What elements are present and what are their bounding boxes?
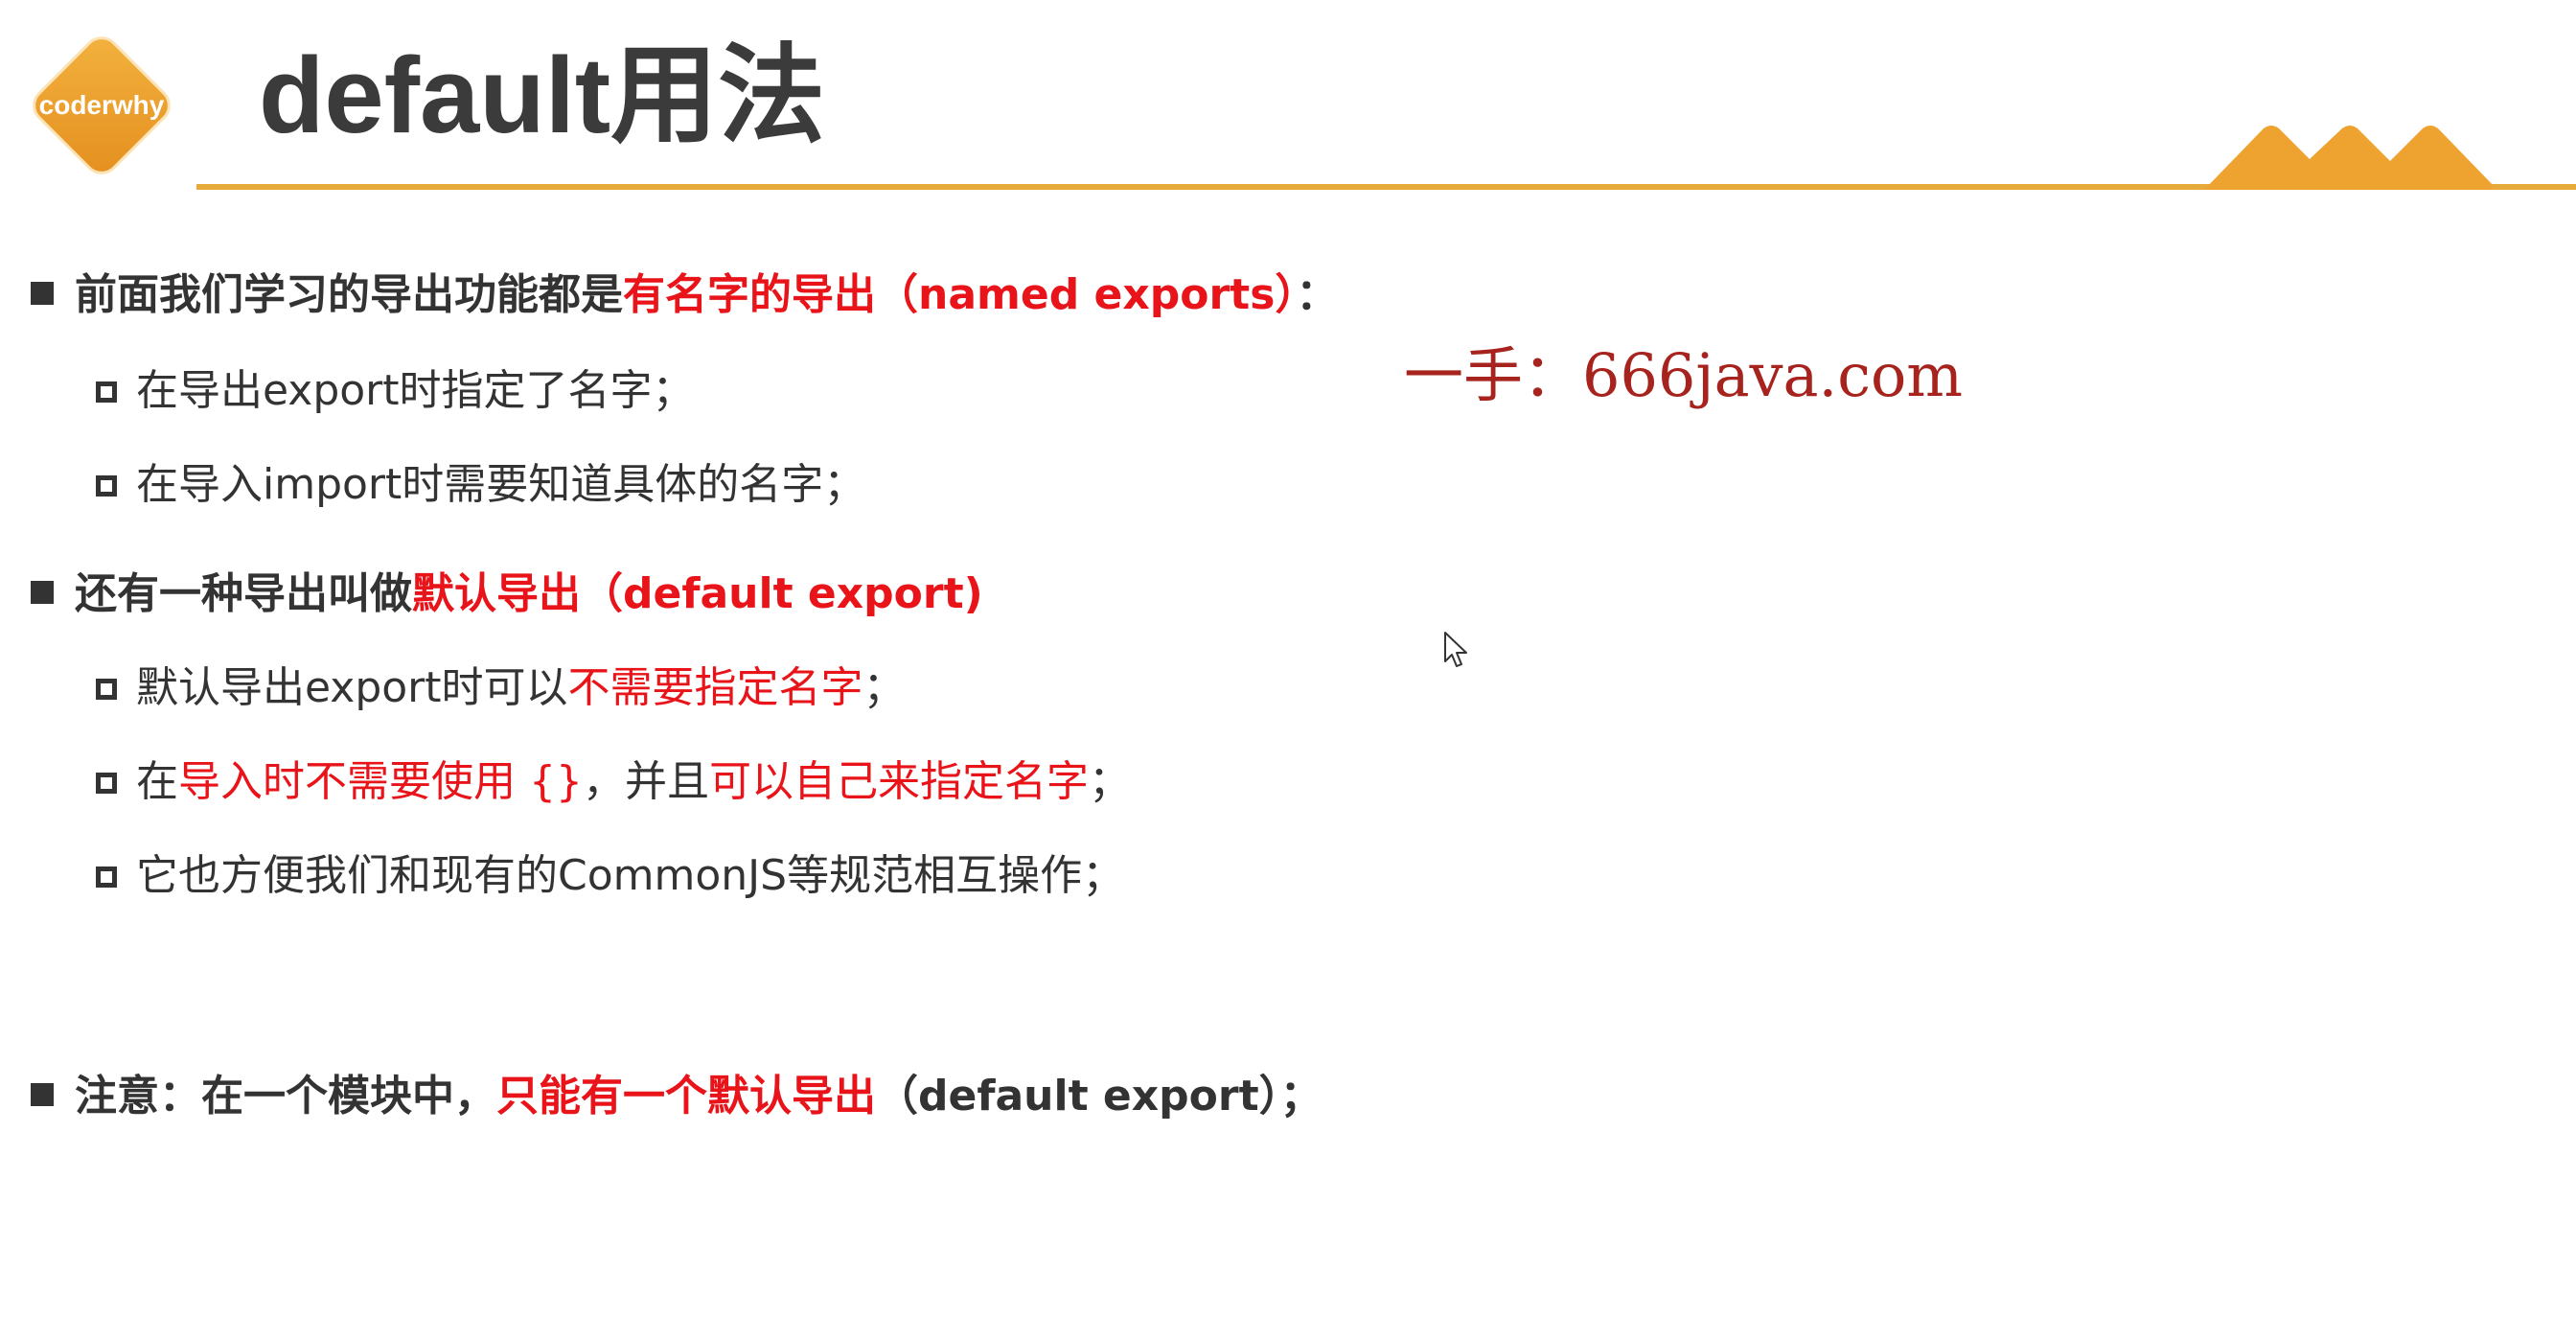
highlight-text: 只能有一个默认导出 [496,1072,876,1121]
hollow-square-bullet-icon [96,475,117,497]
bullet-default-export: 还有一种导出叫做默认导出（default export) [31,566,983,623]
bullet-text: 还有一种导出叫做 [75,569,412,618]
filled-square-bullet-icon [31,282,54,305]
highlight-text: 有名字的导出（named exports） [623,270,1297,319]
bullet-named-exports: 前面我们学习的导出功能都是有名字的导出（named exports）： [31,266,1338,324]
highlight-text: 不需要指定名字 [567,663,863,712]
hollow-square-bullet-icon [96,773,117,794]
filled-square-bullet-icon [31,581,54,604]
subbullet-text: 它也方便我们和现有的CommonJS等规范相互操作； [136,851,1125,900]
subbullet-text: 在导出export时指定了名字； [136,366,695,415]
coderwhy-logo: coderwhy [17,21,186,190]
hollow-square-bullet-icon [96,866,117,888]
subbullet-commonjs-interop: 它也方便我们和现有的CommonJS等规范相互操作； [96,847,1124,905]
logo-text: coderwhy [38,90,165,120]
bullet-text: 注意：在一个模块中， [75,1072,496,1121]
subbullet-no-name-needed: 默认导出export时可以不需要指定名字； [96,659,906,717]
subbullet-text: ； [862,663,906,712]
highlight-text: 可以自己来指定名字 [708,757,1089,806]
subbullet-import-named: 在导入import时需要知道具体的名字； [96,456,865,514]
hollow-square-bullet-icon [96,381,117,403]
bullet-text: （default export）； [876,1072,1322,1121]
highlight-text: 导入时不需要使用 {} [178,757,583,806]
hollow-square-bullet-icon [96,679,117,700]
watermark-text: 一手：666java.com [1404,340,1964,410]
filled-square-bullet-icon [31,1083,54,1106]
mountain-peaks-decoration-icon [2204,123,2576,190]
subbullet-export-named: 在导出export时指定了名字； [96,362,695,420]
mouse-pointer-icon [1443,631,1468,669]
subbullet-text: 默认导出export时可以 [136,663,568,712]
subbullet-text: ； [1088,757,1131,806]
subbullet-text: ，并且 [582,757,709,806]
subbullet-text: 在 [136,757,178,806]
highlight-text: 默认导出（default export) [412,569,983,618]
slide-title: default用法 [259,35,826,155]
bullet-note-single-default: 注意：在一个模块中，只能有一个默认导出（default export）； [31,1068,1322,1125]
subbullet-import-no-braces: 在导入时不需要使用 {}，并且可以自己来指定名字； [96,753,1131,811]
bullet-text: 前面我们学习的导出功能都是 [75,270,623,319]
subbullet-text: 在导入import时需要知道具体的名字； [136,460,866,509]
bullet-text: ： [1296,270,1339,319]
